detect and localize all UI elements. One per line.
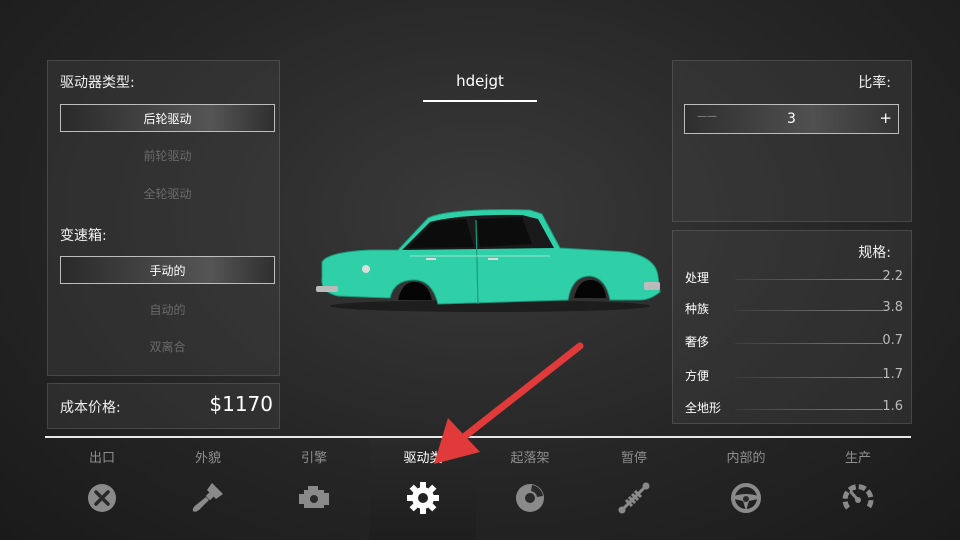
spec-bar <box>735 409 883 410</box>
spec-row-offroad: 全地形 1.6 <box>685 399 903 419</box>
tab-label: 外貌 <box>194 451 221 466</box>
ratio-value: 3 <box>787 111 796 127</box>
gearbox-option-automatic[interactable]: 自动的 <box>60 296 275 324</box>
car-image <box>316 209 661 312</box>
spec-value: 2.2 <box>882 269 903 284</box>
gauge-icon <box>842 484 874 510</box>
cost-panel: 成本价格: $1170 <box>47 383 280 429</box>
spec-name: 种族 <box>685 302 710 316</box>
specs-title: 规格: <box>858 245 891 261</box>
drive-option-rwd[interactable]: 后轮驱动 <box>60 104 275 132</box>
gearbox-option-manual[interactable]: 手动的 <box>60 256 275 284</box>
tab-production[interactable]: 生产 <box>805 438 911 540</box>
spec-value: 3.8 <box>882 300 903 315</box>
brake-disc-icon <box>516 484 544 512</box>
tab-interior[interactable]: 内部的 <box>693 438 799 540</box>
drive-option-fwd[interactable]: 前轮驱动 <box>60 142 275 170</box>
specs-panel: 规格: 处理 2.2 种族 3.8 奢侈 0.7 方便 1.7 全地形 1.6 <box>672 230 912 424</box>
tab-label: 暂停 <box>620 451 647 466</box>
spec-name: 全地形 <box>685 401 722 415</box>
car-name: hdejgt <box>456 72 504 90</box>
drive-option-awd[interactable]: 全轮驱动 <box>60 180 275 208</box>
drive-type-title: 驱动器类型: <box>60 75 135 91</box>
spec-value: 1.6 <box>882 399 903 414</box>
tab-label: 出口 <box>88 451 115 466</box>
spec-row-race: 种族 3.8 <box>685 300 903 320</box>
cost-label: 成本价格: <box>60 400 121 416</box>
spec-bar <box>735 310 883 311</box>
tab-label: 引擎 <box>300 451 327 466</box>
gearbox-option-dual-clutch[interactable]: 双离合 <box>60 333 275 361</box>
gearbox-title: 变速箱: <box>60 228 107 244</box>
spec-row-handling: 处理 2.2 <box>685 269 903 289</box>
gear-icon <box>407 482 439 514</box>
spec-bar <box>735 279 883 280</box>
tab-appearance[interactable]: 外貌 <box>155 438 261 540</box>
ratio-stepper[interactable]: —— 3 + <box>684 104 899 134</box>
tab-engine[interactable]: 引擎 <box>261 438 367 540</box>
spec-name: 方便 <box>685 369 710 383</box>
tab-label: 内部的 <box>726 451 766 466</box>
drive-type-panel: 驱动器类型: 后轮驱动 前轮驱动 全轮驱动 变速箱: 手动的 自动的 双离合 <box>47 60 280 376</box>
spec-value: 0.7 <box>882 333 903 348</box>
ratio-title: 比率: <box>858 75 891 91</box>
car-name-underline <box>423 100 537 102</box>
cost-value: $1170 <box>209 392 273 416</box>
tab-label: 生产 <box>844 451 871 466</box>
engine-icon <box>299 486 329 508</box>
tab-exit[interactable]: 出口 <box>49 438 155 540</box>
steering-wheel-icon <box>731 483 761 513</box>
spec-name: 奢侈 <box>685 335 710 349</box>
suspension-spring-icon <box>618 482 650 514</box>
spec-row-convenience: 方便 1.7 <box>685 367 903 387</box>
spec-bar <box>735 343 883 344</box>
close-circle-icon <box>88 484 116 512</box>
ratio-increase-button[interactable]: + <box>879 109 892 127</box>
red-arrow-indicator <box>434 342 584 464</box>
spec-row-luxury: 奢侈 0.7 <box>685 333 903 353</box>
tab-suspension[interactable]: 暂停 <box>581 438 687 540</box>
spec-name: 处理 <box>685 271 710 285</box>
spec-value: 1.7 <box>882 367 903 382</box>
spec-bar <box>735 377 883 378</box>
ratio-panel: 比率: —— 3 + <box>672 60 912 222</box>
paintbrush-icon <box>192 483 223 512</box>
